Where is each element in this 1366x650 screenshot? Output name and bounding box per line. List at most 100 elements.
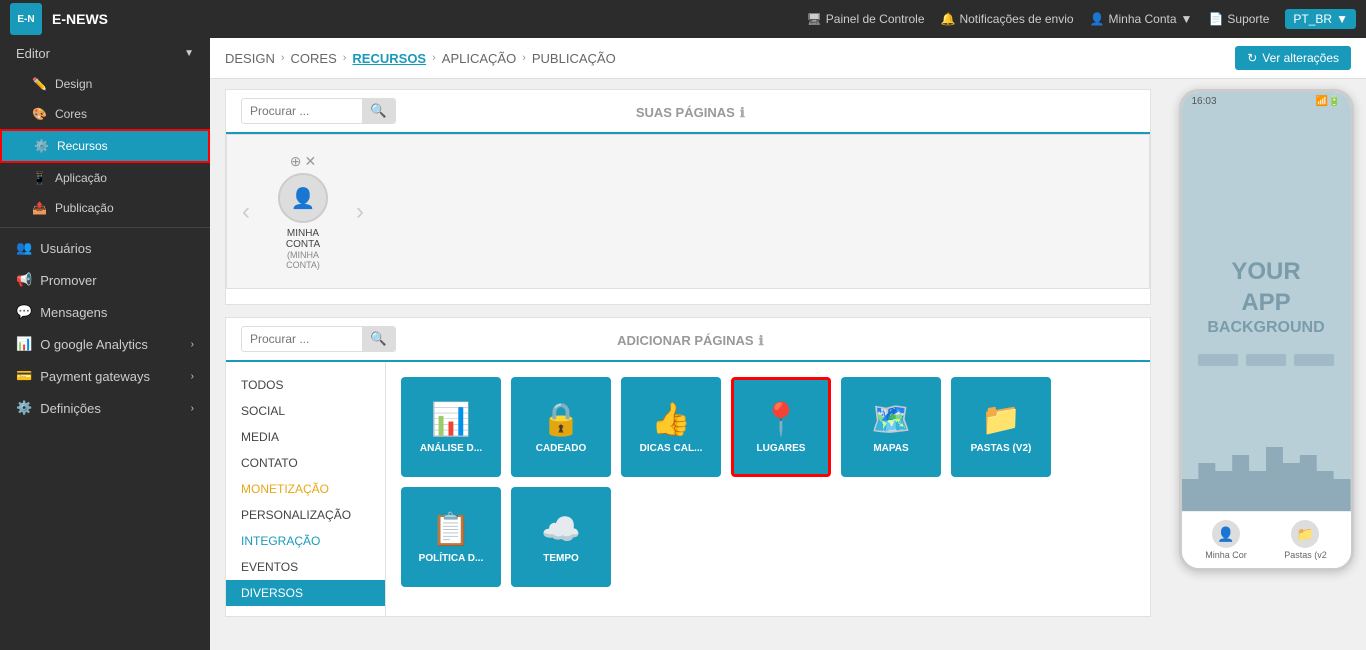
mensagens-label: Mensagens — [40, 305, 107, 320]
minha-conta-label: Minha Conta — [1109, 12, 1177, 26]
suas-paginas-search-button[interactable]: 🔍 — [362, 99, 395, 123]
sidebar-item-cores[interactable]: 🎨 Cores — [0, 99, 210, 129]
dicas-icon: 👍 — [651, 400, 691, 438]
lang-button[interactable]: PT_BR ▼ — [1285, 9, 1356, 29]
phone-content: YOUR APP BACKGROUND — [1182, 111, 1351, 511]
move-icon[interactable]: ⊕ — [290, 153, 302, 170]
tile-analise[interactable]: 📊 ANÁLISE D... — [401, 377, 501, 477]
cat-eventos[interactable]: EVENTOS — [226, 554, 385, 580]
sidebar-item-mensagens[interactable]: 💬 Mensagens — [0, 296, 210, 328]
publicacao-label: Publicação — [55, 201, 114, 215]
editor-header[interactable]: Editor ▼ — [0, 38, 210, 69]
usuarios-icon: 👥 — [16, 240, 32, 256]
editor-label: Editor — [16, 46, 50, 61]
breadcrumb-design[interactable]: DESIGN — [225, 51, 275, 66]
breadcrumb-publicacao[interactable]: PUBLICAÇÃO — [532, 51, 616, 66]
prev-page-arrow[interactable]: ‹ — [237, 193, 255, 231]
minha-conta-link[interactable]: 👤 Minha Conta ▼ — [1090, 12, 1193, 26]
cat-integracao[interactable]: INTEGRAÇÃO — [226, 528, 385, 554]
google-label: O google Analytics — [40, 337, 148, 352]
top-bar-left: E-N E-NEWS — [10, 3, 108, 35]
tempo-icon: ☁️ — [541, 510, 581, 548]
breadcrumb-aplicacao[interactable]: APLICAÇÃO — [442, 51, 516, 66]
suas-paginas-title: SUAS PÁGINAS ℹ — [396, 101, 985, 122]
phone-bottom-minha-icon: 👤 — [1212, 520, 1240, 548]
cat-monetizacao[interactable]: MONETIZAÇÃO — [226, 476, 385, 502]
phone-time: 16:03 — [1192, 96, 1217, 107]
recursos-icon: ⚙️ — [34, 139, 49, 153]
app-logo: E-N — [10, 3, 42, 35]
sidebar-item-promover[interactable]: 📢 Promover — [0, 264, 210, 296]
sidebar-item-payment[interactable]: 💳 Payment gateways › — [0, 360, 210, 392]
tile-tempo[interactable]: ☁️ TEMPO — [511, 487, 611, 587]
definicoes-label: Definições — [40, 401, 101, 416]
suporte-link[interactable]: 📄 Suporte — [1208, 12, 1269, 26]
tile-politica[interactable]: 📋 POLÍTICA D... — [401, 487, 501, 587]
suporte-icon: 📄 — [1208, 12, 1223, 26]
tile-pastas[interactable]: 📁 PASTAS (V2) — [951, 377, 1051, 477]
sidebar-item-usuarios[interactable]: 👥 Usuários — [0, 232, 210, 264]
breadcrumb-recursos[interactable]: RECURSOS — [352, 51, 426, 66]
content-area: DESIGN › CORES › RECURSOS › APLICAÇÃO › … — [210, 38, 1366, 650]
phone-bg-text: YOUR APP BACKGROUND — [1207, 256, 1324, 339]
cat-media[interactable]: MEDIA — [226, 424, 385, 450]
sidebar-item-design[interactable]: ✏️ Design — [0, 69, 210, 99]
pages-grid: 📊 ANÁLISE D... 🔒 CADEADO 👍 DICAS CAL... — [386, 362, 1150, 616]
politica-icon: 📋 — [431, 510, 471, 548]
adicionar-paginas-section: 🔍 ADICIONAR PÁGINAS ℹ TODOS SOCIAL MEDIA — [225, 317, 1151, 617]
cadeado-label: CADEADO — [536, 443, 587, 454]
breadcrumb-cores[interactable]: CORES — [291, 51, 337, 66]
phone-bottom-pastas-icon: 📁 — [1291, 520, 1319, 548]
breadcrumb: DESIGN › CORES › RECURSOS › APLICAÇÃO › … — [225, 51, 1235, 66]
city-silhouette — [1182, 431, 1351, 511]
definicoes-icon: ⚙️ — [16, 400, 32, 416]
suas-paginas-info-icon: ℹ — [740, 105, 745, 120]
tile-dicas[interactable]: 👍 DICAS CAL... — [621, 377, 721, 477]
ver-alteracoes-button[interactable]: ↻ Ver alterações — [1235, 46, 1351, 70]
page-card-sub: (MINHA CONTA) — [271, 250, 335, 270]
add-pages-search-input[interactable] — [242, 328, 362, 350]
add-pages-search-button[interactable]: 🔍 — [362, 327, 395, 351]
refresh-icon: ↻ — [1247, 51, 1257, 65]
add-pages-search[interactable]: 🔍 — [241, 326, 396, 352]
sidebar-item-publicacao[interactable]: 📤 Publicação — [0, 193, 210, 223]
delete-icon[interactable]: ✕ — [305, 153, 317, 170]
suas-paginas-section: 🔍 SUAS PÁGINAS ℹ ‹ ⊕ ✕ — [225, 89, 1151, 305]
suas-paginas-search[interactable]: 🔍 — [241, 98, 396, 124]
next-page-arrow[interactable]: › — [351, 193, 369, 231]
tile-mapas[interactable]: 🗺️ MAPAS — [841, 377, 941, 477]
recursos-label: Recursos — [57, 139, 108, 153]
sidebar-item-aplicacao[interactable]: 📱 Aplicação — [0, 163, 210, 193]
lugares-label: LUGARES — [757, 443, 806, 454]
breadcrumb-sep-2: › — [343, 52, 347, 64]
breadcrumb-sep-4: › — [522, 52, 526, 64]
notificacoes-label: Notificações de envio — [959, 12, 1073, 26]
usuarios-label: Usuários — [40, 241, 91, 256]
google-chevron-icon: › — [191, 339, 194, 350]
cat-contato[interactable]: CONTATO — [226, 450, 385, 476]
cat-todos[interactable]: TODOS — [226, 372, 385, 398]
sidebar-item-definicoes[interactable]: ⚙️ Definições › — [0, 392, 210, 424]
cat-diversos[interactable]: DIVERSOS — [226, 580, 385, 606]
phone-bottom-pastas: 📁 Pastas (v2 — [1284, 520, 1327, 560]
cat-social[interactable]: SOCIAL — [226, 398, 385, 424]
editor-chevron-icon: ▼ — [184, 48, 194, 59]
page-card-avatar: 👤 — [278, 173, 328, 223]
tempo-label: TEMPO — [543, 553, 579, 564]
sidebar-item-recursos[interactable]: ⚙️ Recursos — [0, 129, 210, 163]
phone-box-2 — [1246, 354, 1286, 366]
page-card-minha-conta[interactable]: ⊕ ✕ 👤 MINHA CONTA (MINHA CONTA) — [263, 145, 343, 278]
categories-list: TODOS SOCIAL MEDIA CONTATO MONETIZAÇÃO P… — [226, 362, 386, 616]
tile-lugares[interactable]: 📍 LUGARES — [731, 377, 831, 477]
sidebar-item-google[interactable]: 📊 O google Analytics › — [0, 328, 210, 360]
painel-link[interactable]: 🖥 Painel de Controle — [807, 12, 925, 26]
cat-personalizacao[interactable]: PERSONALIZAÇÃO — [226, 502, 385, 528]
notificacoes-link[interactable]: 🔔 Notificações de envio — [941, 12, 1074, 26]
dicas-label: DICAS CAL... — [640, 443, 703, 454]
tile-cadeado[interactable]: 🔒 CADEADO — [511, 377, 611, 477]
promover-icon: 📢 — [16, 272, 32, 288]
promover-label: Promover — [40, 273, 96, 288]
breadcrumb-sep-3: › — [432, 52, 436, 64]
lang-chevron-icon: ▼ — [1336, 12, 1348, 26]
suas-paginas-search-input[interactable] — [242, 100, 362, 122]
